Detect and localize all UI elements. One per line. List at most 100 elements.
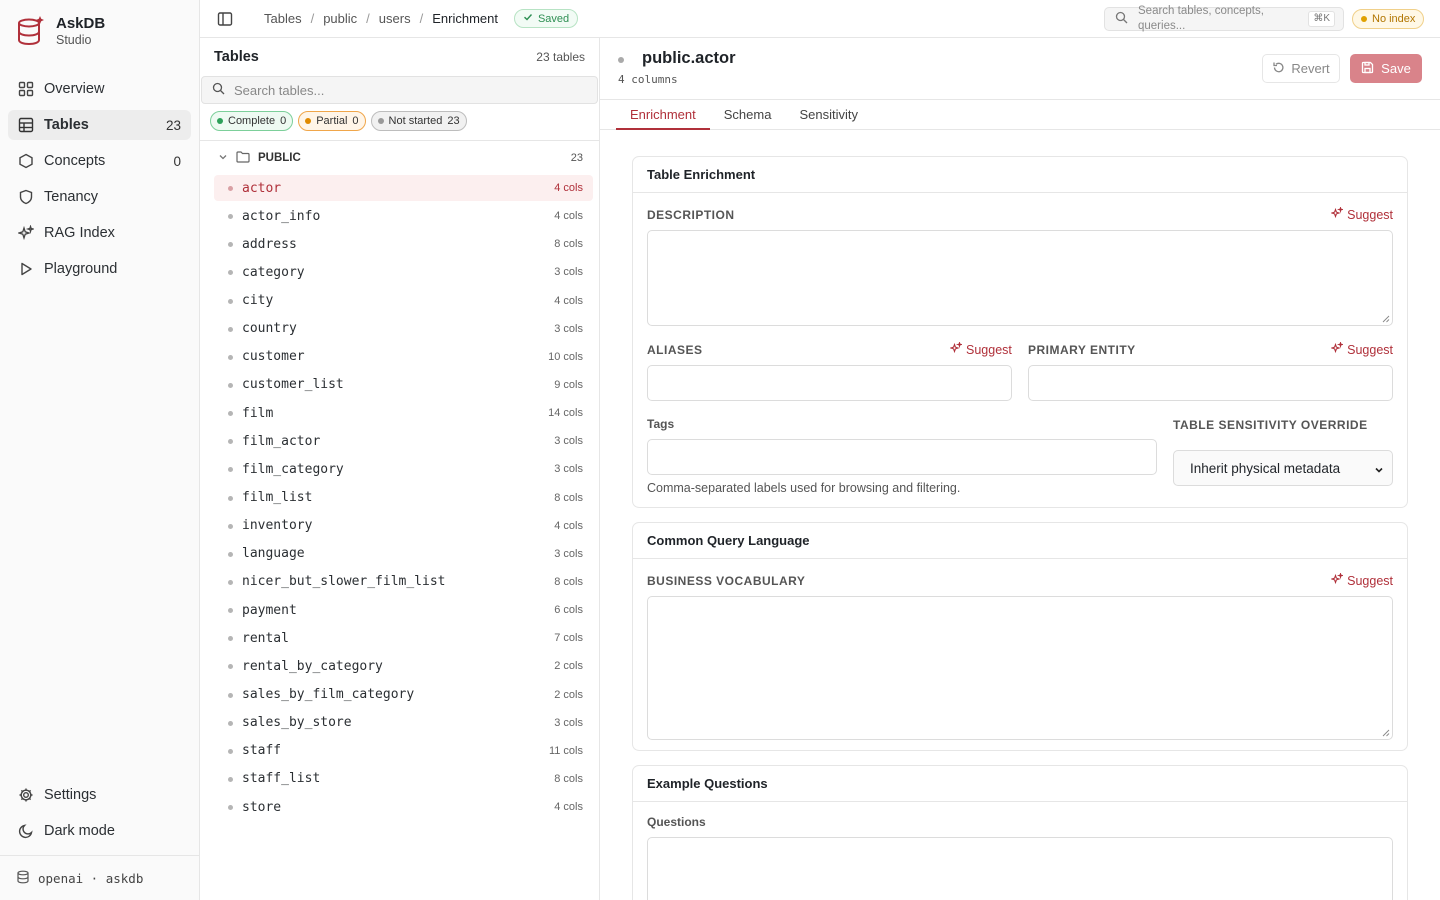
table-name: actor: [242, 180, 282, 196]
nav-item-playground[interactable]: Playground: [8, 254, 191, 284]
table-column-count: 4 cols: [554, 182, 583, 194]
nav-item-overview[interactable]: Overview: [8, 74, 191, 104]
table-name: rental: [242, 630, 289, 646]
filter-not-started[interactable]: Not started 23: [370, 111, 467, 131]
table-list-item[interactable]: category 3 cols: [214, 259, 593, 285]
tab-sensitivity[interactable]: Sensitivity: [785, 99, 872, 129]
filter-label: Complete: [228, 115, 276, 127]
table-column-count: 4 cols: [554, 801, 583, 814]
breadcrumb-separator: /: [419, 11, 424, 26]
index-status-badge[interactable]: No index: [1352, 9, 1425, 29]
table-list-item[interactable]: payment 6 cols: [214, 597, 593, 623]
example-questions-card: Example Questions Questions: [632, 765, 1408, 900]
revert-button[interactable]: Revert: [1262, 54, 1340, 83]
table-name: country: [242, 321, 297, 337]
search-icon: [212, 82, 225, 98]
save-button[interactable]: Save: [1350, 54, 1422, 83]
suggest-vocabulary-button[interactable]: Suggest: [1330, 571, 1393, 588]
connection-label: openai · askdb: [38, 870, 144, 886]
table-list-item[interactable]: film_category 3 cols: [214, 456, 593, 482]
global-search-input[interactable]: Search tables, concepts, queries... ⌘K: [1104, 5, 1344, 32]
aliases-input[interactable]: [647, 365, 1012, 401]
table-list: actor 4 cols actor_info 4 cols address 8 cols…: [200, 175, 599, 820]
status-dot-icon: [228, 636, 233, 642]
nav-item-label: RAG Index: [44, 225, 115, 241]
schema-group-public[interactable]: PUBLIC 23: [200, 141, 599, 175]
sensitivity-select[interactable]: Inherit physical metadata: [1173, 450, 1393, 486]
table-list-item[interactable]: actor_info 4 cols: [214, 203, 593, 229]
filter-complete[interactable]: Complete 0: [210, 111, 294, 131]
filter-partial[interactable]: Partial 0: [298, 111, 366, 131]
sidebar-toggle-icon[interactable]: [216, 10, 234, 28]
tab-enrichment[interactable]: Enrichment: [616, 99, 710, 130]
resize-handle-icon[interactable]: [1382, 729, 1390, 737]
table-list-item[interactable]: language 3 cols: [214, 541, 593, 567]
table-name: customer_list: [242, 377, 344, 393]
table-list-item[interactable]: sales_by_film_category 2 cols: [214, 682, 593, 708]
table-list-item[interactable]: nicer_but_slower_film_list 8 cols: [214, 569, 593, 595]
questions-textarea[interactable]: [647, 837, 1393, 900]
status-dot-icon: [228, 579, 233, 585]
table-list-item[interactable]: customer 10 cols: [214, 344, 593, 370]
brand[interactable]: AskDB Studio: [16, 14, 105, 48]
table-list-item[interactable]: sales_by_store 3 cols: [214, 710, 593, 736]
status-dot-icon: [228, 270, 233, 276]
tags-input[interactable]: [647, 439, 1157, 475]
suggest-aliases-button[interactable]: Suggest: [949, 340, 1012, 357]
nav-item-label: Overview: [44, 81, 105, 97]
table-column-count: 3 cols: [554, 547, 583, 560]
suggest-description-button[interactable]: Suggest: [1330, 205, 1393, 222]
status-dot-icon: [228, 748, 233, 754]
nav-item-tenancy[interactable]: Tenancy: [8, 182, 191, 212]
table-name: payment: [242, 602, 297, 618]
tables-panel: Tables 23 tables Search tables... Comple…: [200, 38, 600, 900]
status-dot-icon: [305, 118, 312, 124]
sensitivity-label: TABLE SENSITIVITY OVERRIDE: [1173, 418, 1368, 432]
nav-item-tables[interactable]: Tables 23: [8, 110, 191, 140]
table-list-item[interactable]: film_actor 3 cols: [214, 428, 593, 454]
tab-schema[interactable]: Schema: [710, 99, 786, 129]
nav-item-label: Concepts: [44, 153, 106, 169]
nav-item-settings[interactable]: Settings: [8, 780, 191, 810]
status-dot-icon: [228, 692, 233, 698]
suggest-primary-entity-button[interactable]: Suggest: [1330, 340, 1393, 357]
table-name: sales_by_store: [242, 715, 352, 731]
table-list-item[interactable]: city 4 cols: [214, 288, 593, 314]
brand-subtitle: Studio: [56, 32, 92, 47]
connection-footer: openai · askdb: [0, 855, 199, 900]
chevron-down-icon: [1374, 463, 1384, 478]
questions-label: Questions: [647, 815, 706, 829]
tags-hint: Comma-separated labels used for browsing…: [647, 481, 961, 495]
suggest-label: Suggest: [1347, 342, 1393, 357]
table-list-item[interactable]: rental 7 cols: [214, 625, 593, 651]
breadcrumb-schema[interactable]: public: [323, 11, 357, 26]
table-list-item[interactable]: country 3 cols: [214, 316, 593, 342]
detail-tabs: Enrichment Schema Sensitivity: [600, 100, 1440, 130]
table-list-item[interactable]: staff_list 8 cols: [214, 766, 593, 792]
business-vocabulary-textarea[interactable]: [647, 596, 1393, 740]
table-column-count: 4 cols: [554, 294, 583, 307]
table-list-item[interactable]: rental_by_category 2 cols: [214, 653, 593, 679]
resize-handle-icon[interactable]: [1382, 315, 1390, 323]
table-list-item[interactable]: store 4 cols: [214, 794, 593, 820]
primary-entity-input[interactable]: [1028, 365, 1393, 401]
table-list-item[interactable]: customer_list 9 cols: [214, 372, 593, 398]
nav-item-concepts[interactable]: Concepts 0: [8, 146, 191, 176]
table-list-item[interactable]: address 8 cols: [214, 231, 593, 257]
table-list-item[interactable]: film_list 8 cols: [214, 485, 593, 511]
description-textarea[interactable]: [647, 230, 1393, 326]
table-column-count: 2 cols: [554, 660, 583, 673]
schema-group-count: 23: [570, 152, 583, 164]
description-label: DESCRIPTION: [647, 208, 735, 222]
nav-item-rag-index[interactable]: RAG Index: [8, 218, 191, 248]
breadcrumb-tables[interactable]: Tables: [264, 11, 302, 26]
breadcrumb-users[interactable]: users: [379, 11, 411, 26]
dark-mode-toggle[interactable]: Dark mode: [8, 816, 191, 846]
save-icon: [1361, 61, 1374, 77]
table-list-item[interactable]: inventory 4 cols: [214, 513, 593, 539]
table-list-item[interactable]: actor 4 cols: [214, 175, 593, 201]
tags-label: Tags: [647, 417, 675, 431]
table-list-item[interactable]: film 14 cols: [214, 400, 593, 426]
table-list-item[interactable]: staff 11 cols: [214, 738, 593, 764]
table-search-input[interactable]: Search tables...: [201, 76, 598, 104]
